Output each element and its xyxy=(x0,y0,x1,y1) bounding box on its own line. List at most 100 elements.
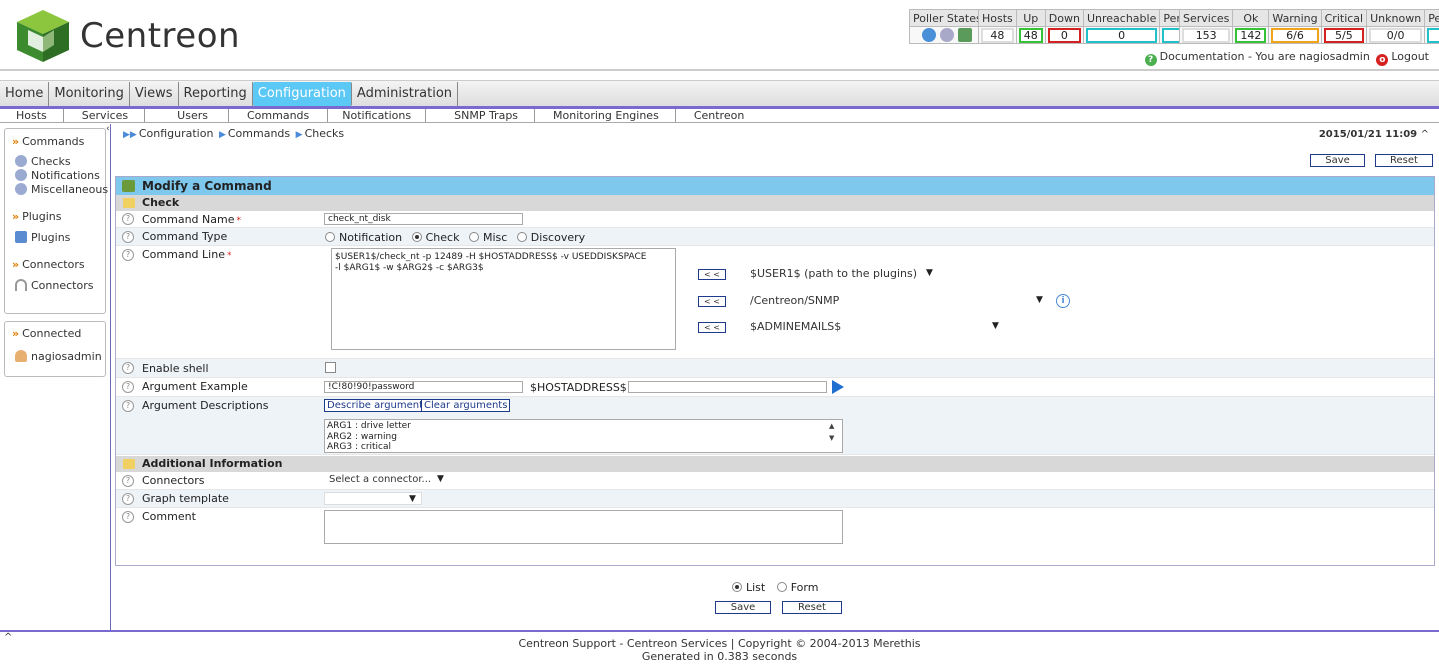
poller-states-header: Poller States xyxy=(909,9,986,27)
breadcrumb-arrow-icon: ▶ xyxy=(295,130,303,140)
argument-descriptions-textarea[interactable]: ARG1 : drive letter ARG2 : warning ARG3 … xyxy=(324,419,843,453)
services-pending-count[interactable]: 0 xyxy=(1427,27,1439,43)
sidebar-item-miscellaneous[interactable]: Miscellaneous xyxy=(5,183,108,197)
menu-views[interactable]: Views xyxy=(130,82,179,106)
poller-gear-icon[interactable] xyxy=(940,28,955,42)
save-button-bottom[interactable]: Save xyxy=(715,601,771,614)
submenu-services[interactable]: Services xyxy=(64,109,146,122)
enable-shell-checkbox[interactable] xyxy=(325,362,336,373)
sidebar-item-connectors[interactable]: Connectors xyxy=(5,279,105,293)
poller-export-icon[interactable] xyxy=(958,28,973,42)
sidebar-connected-box: » Connected nagiosadmin xyxy=(4,321,106,377)
dropdown-arrow-icon: ▼ xyxy=(409,494,416,504)
macro-select-1[interactable]: $USER1$ (path to the plugins) ▼ xyxy=(750,267,936,280)
reset-button-bottom[interactable]: Reset xyxy=(782,601,842,614)
hosts-down-count[interactable]: 0 xyxy=(1047,27,1081,43)
save-button-top[interactable]: Save xyxy=(1310,154,1365,167)
menu-administration[interactable]: Administration xyxy=(352,82,459,106)
info-icon[interactable]: i xyxy=(1056,294,1070,308)
breadcrumb-checks[interactable]: Checks xyxy=(305,127,345,140)
services-count[interactable]: 153 xyxy=(1182,27,1231,43)
insert-macro-button-3[interactable]: < < xyxy=(698,322,726,333)
radio-list[interactable] xyxy=(732,582,742,592)
section-additional-header: Additional Information xyxy=(116,456,1434,472)
dropdown-arrow-icon: ▼ xyxy=(926,268,933,278)
services-warning-count[interactable]: 6/6 xyxy=(1271,27,1319,43)
radio-check[interactable] xyxy=(411,232,422,242)
breadcrumb-configuration[interactable]: Configuration xyxy=(139,127,214,140)
help-icon[interactable]: ? xyxy=(122,231,134,243)
documentation-link[interactable]: Documentation xyxy=(1160,50,1245,63)
argument-descriptions-label: Argument Descriptions xyxy=(142,399,269,412)
command-line-textarea[interactable]: $USER1$/check_nt -p 12489 -H $HOSTADDRES… xyxy=(331,248,676,350)
help-icon[interactable]: ? xyxy=(122,213,134,225)
user-bar: ? Documentation - You are nagiosadmin o Lo… xyxy=(1144,50,1429,66)
menu-home[interactable]: Home xyxy=(0,82,50,106)
services-critical-count[interactable]: 5/5 xyxy=(1323,27,1365,43)
insert-macro-button-1[interactable]: < < xyxy=(698,269,726,280)
collapse-header-icon[interactable]: ^ xyxy=(1421,129,1429,140)
comment-textarea[interactable] xyxy=(324,510,843,544)
command-name-label: Command Name * xyxy=(142,213,241,226)
describe-arguments-button[interactable]: Describe arguments xyxy=(324,399,432,412)
scroll-down-icon[interactable]: ▼ xyxy=(829,434,834,442)
macro-select-3[interactable]: $ADMINEMAILS$ ▼ xyxy=(750,320,1002,333)
macro-select-2[interactable]: /Centreon/SNMP ▼ xyxy=(750,294,1046,307)
radio-notification[interactable] xyxy=(325,232,335,242)
radio-misc[interactable] xyxy=(468,232,479,242)
form-title: Modify a Command xyxy=(116,177,1434,195)
sidebar-connected-user[interactable]: nagiosadmin xyxy=(5,350,105,364)
help-icon[interactable]: ? xyxy=(122,493,134,505)
help-icon[interactable]: ? xyxy=(122,400,134,412)
sidebar-item-checks[interactable]: Checks xyxy=(5,155,105,169)
sidebar-header-connected: » Connected xyxy=(12,327,82,340)
reset-button-top[interactable]: Reset xyxy=(1375,154,1433,167)
services-unknown-count[interactable]: 0/0 xyxy=(1369,27,1423,43)
folder-icon xyxy=(123,198,135,208)
collapse-sidebar-icon[interactable]: ‹ xyxy=(106,124,110,134)
services-ok-count[interactable]: 142 xyxy=(1235,27,1267,43)
menu-reporting[interactable]: Reporting xyxy=(179,82,253,106)
submenu-snmp-traps[interactable]: SNMP Traps xyxy=(426,109,536,122)
help-icon[interactable]: ? xyxy=(122,362,134,374)
help-icon[interactable]: ? xyxy=(122,381,134,393)
menu-configuration[interactable]: Configuration xyxy=(252,82,352,106)
submenu-commands[interactable]: Commands xyxy=(229,109,329,122)
submenu-hosts[interactable]: Hosts xyxy=(0,109,64,122)
power-icon: o xyxy=(1376,54,1389,66)
footer-copyright[interactable]: Centreon Support - Centreon Services | C… xyxy=(0,637,1439,650)
logout-link[interactable]: Logout xyxy=(1391,50,1429,63)
hosts-unreachable-count[interactable]: 0 xyxy=(1085,27,1158,43)
graph-template-label: Graph template xyxy=(142,492,229,505)
play-icon[interactable] xyxy=(832,380,844,394)
radio-discovery[interactable] xyxy=(516,232,527,242)
connector-select[interactable]: Select a connector... ▼ xyxy=(329,474,449,485)
hosts-count[interactable]: 48 xyxy=(981,27,1014,43)
centreon-logo[interactable]: Centreon xyxy=(14,8,254,66)
clear-arguments-button[interactable]: Clear arguments xyxy=(421,399,511,412)
help-icon[interactable]: ? xyxy=(122,511,134,523)
breadcrumb-commands[interactable]: Commands xyxy=(228,127,290,140)
submenu-monitoring-engines[interactable]: Monitoring Engines xyxy=(535,109,676,122)
breadcrumb: ▶▶ Configuration ▶ Commands ▶ Checks xyxy=(123,127,344,140)
menu-monitoring[interactable]: Monitoring xyxy=(49,82,130,106)
services-pending-header: Pending xyxy=(1424,9,1439,27)
command-name-input[interactable]: check_nt_disk xyxy=(324,213,523,225)
argument-example-input[interactable]: !C!80!90!password xyxy=(324,381,523,393)
help-icon[interactable]: ? xyxy=(122,475,134,487)
submenu-notifications[interactable]: Notifications xyxy=(328,109,427,122)
footer: Centreon Support - Centreon Services | C… xyxy=(0,630,1439,667)
scroll-up-icon[interactable]: ▲ xyxy=(829,422,834,430)
services-header: Services xyxy=(1178,9,1234,27)
hosts-up-count[interactable]: 48 xyxy=(1018,27,1043,43)
insert-macro-button-2[interactable]: < < xyxy=(698,296,726,307)
submenu-users[interactable]: Users xyxy=(145,109,229,122)
radio-form[interactable] xyxy=(776,582,787,592)
graph-template-select[interactable]: ▼ xyxy=(324,492,422,505)
hostaddress-input[interactable] xyxy=(628,381,827,393)
sidebar-item-plugins[interactable]: Plugins xyxy=(5,231,105,245)
submenu-centreon[interactable]: Centreon xyxy=(676,109,760,122)
help-icon[interactable]: ? xyxy=(122,249,134,261)
poller-running-icon[interactable] xyxy=(922,28,937,42)
sidebar-item-notifications[interactable]: Notifications xyxy=(5,169,105,183)
